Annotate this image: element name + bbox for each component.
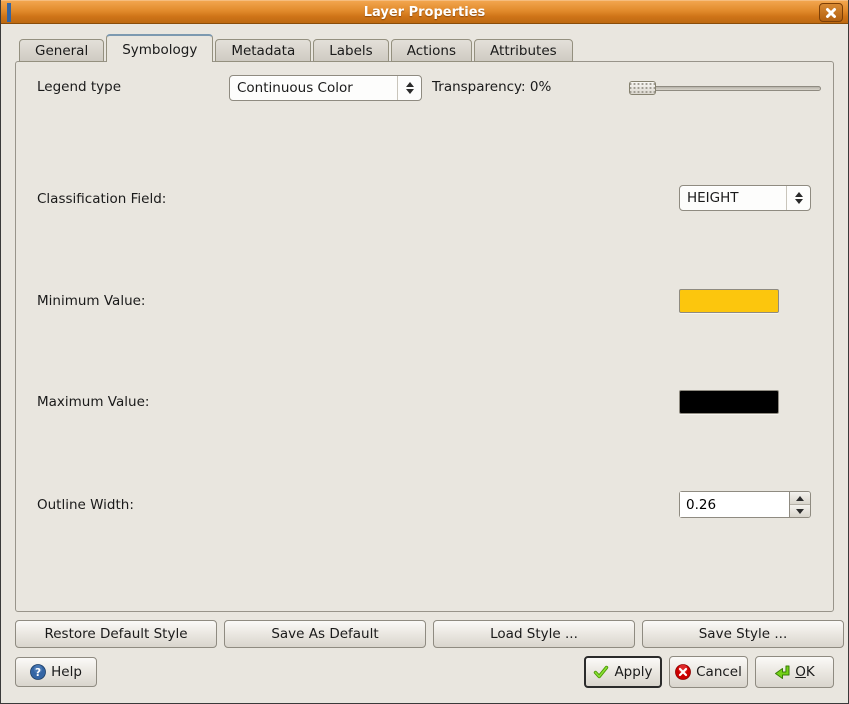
minimum-value-label: Minimum Value: [37, 293, 145, 309]
outline-width-input[interactable] [680, 492, 789, 517]
check-icon [593, 664, 609, 680]
spin-buttons [789, 492, 810, 517]
ok-label: OK [795, 664, 815, 680]
minimum-color-button[interactable] [679, 289, 779, 313]
legend-type-label: Legend type [37, 79, 121, 95]
close-x-icon [825, 7, 837, 19]
save-as-default-button[interactable]: Save As Default [224, 620, 426, 648]
outline-width-label: Outline Width: [37, 497, 134, 513]
help-button[interactable]: ? Help [15, 657, 97, 687]
help-label: Help [51, 664, 82, 680]
window-icon-glyph [7, 3, 11, 22]
save-style-button[interactable]: Save Style ... [642, 620, 844, 648]
close-button[interactable] [819, 3, 843, 22]
x-circle-icon [675, 664, 691, 680]
slider-track[interactable] [629, 86, 821, 91]
restore-default-style-button[interactable]: Restore Default Style [15, 620, 217, 648]
combo-updown-icon [397, 76, 421, 100]
title-bar: Layer Properties [1, 0, 848, 24]
combo-updown-icon [786, 186, 810, 210]
tab-metadata[interactable]: Metadata [215, 39, 311, 62]
transparency-slider[interactable] [629, 80, 821, 96]
maximum-color-button[interactable] [679, 390, 779, 414]
classification-field-select[interactable]: HEIGHT [679, 185, 811, 211]
style-button-row: Restore Default Style Save As Default Lo… [15, 620, 844, 648]
transparency-label: Transparency: 0% [432, 79, 551, 95]
cancel-label: Cancel [696, 664, 742, 680]
tab-general[interactable]: General [19, 39, 104, 62]
spin-up-button[interactable] [790, 492, 810, 505]
action-row: ? Help Apply Cancel [1, 656, 849, 688]
return-arrow-icon [774, 664, 790, 680]
cancel-button[interactable]: Cancel [669, 656, 748, 688]
slider-handle[interactable] [629, 81, 656, 95]
load-style-button[interactable]: Load Style ... [433, 620, 635, 648]
dialog-buttons: Apply Cancel OK [584, 656, 834, 688]
apply-button[interactable]: Apply [584, 656, 662, 688]
spin-down-button[interactable] [790, 505, 810, 517]
window-icon [7, 5, 24, 20]
tab-bar: General Symbology Metadata Labels Action… [19, 34, 575, 62]
tab-actions[interactable]: Actions [391, 39, 472, 62]
svg-text:?: ? [35, 667, 41, 679]
tab-symbology[interactable]: Symbology [106, 34, 213, 62]
window-title: Layer Properties [1, 5, 848, 20]
classification-field-label: Classification Field: [37, 191, 166, 207]
ok-button[interactable]: OK [755, 656, 834, 688]
apply-label: Apply [614, 664, 652, 680]
layer-properties-dialog: Layer Properties General Symbology Metad… [0, 0, 849, 704]
content-frame [15, 61, 834, 612]
tab-labels[interactable]: Labels [313, 39, 388, 62]
classification-field-value: HEIGHT [680, 186, 786, 210]
outline-width-spinbox [679, 491, 811, 518]
maximum-value-label: Maximum Value: [37, 394, 149, 410]
legend-type-select[interactable]: Continuous Color [229, 75, 422, 101]
legend-type-value: Continuous Color [230, 76, 397, 100]
question-circle-icon: ? [30, 664, 46, 680]
tab-attributes[interactable]: Attributes [474, 39, 573, 62]
